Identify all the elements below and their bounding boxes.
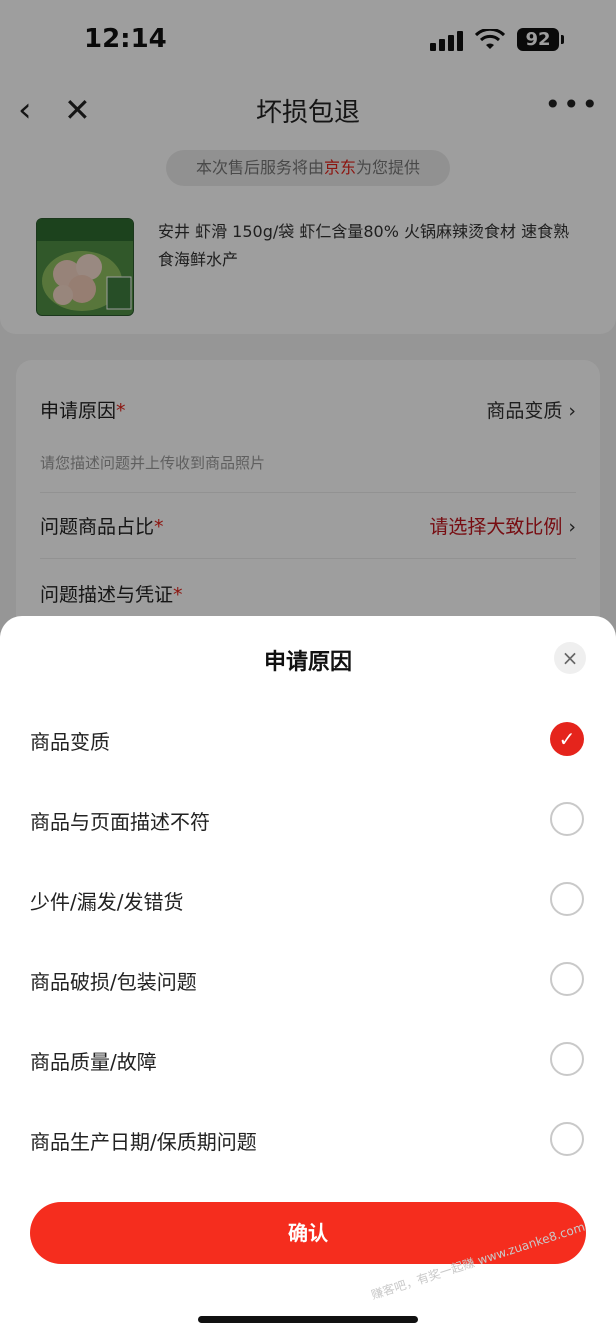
reason-option[interactable]: 商品质量/故障: [0, 1020, 616, 1100]
reason-bottom-sheet: 申请原因 × 商品变质 ✓ 商品与页面描述不符 少件/漏发/发错货 商品破损/包…: [0, 616, 616, 1334]
reason-option[interactable]: 商品与页面描述不符: [0, 780, 616, 860]
reason-option[interactable]: 商品生产日期/保质期问题: [0, 1100, 616, 1180]
reason-option[interactable]: 商品破损/包装问题: [0, 940, 616, 1020]
option-label: 商品破损/包装问题: [30, 970, 197, 994]
reason-options: 商品变质 ✓ 商品与页面描述不符 少件/漏发/发错货 商品破损/包装问题 商品质…: [0, 700, 616, 1180]
checkmark-icon[interactable]: ✓: [550, 722, 584, 756]
option-label: 商品生产日期/保质期问题: [30, 1130, 257, 1154]
reason-option[interactable]: 商品变质 ✓: [0, 700, 616, 780]
option-label: 商品变质: [30, 730, 110, 754]
close-icon[interactable]: ×: [554, 642, 586, 674]
radio-button[interactable]: [550, 1042, 584, 1076]
sheet-title: 申请原因: [263, 650, 352, 675]
radio-button[interactable]: [550, 1122, 584, 1156]
radio-button[interactable]: [550, 882, 584, 916]
reason-option[interactable]: 少件/漏发/发错货: [0, 860, 616, 940]
radio-button[interactable]: [550, 802, 584, 836]
home-indicator[interactable]: [198, 1316, 418, 1323]
radio-button[interactable]: [550, 962, 584, 996]
option-label: 少件/漏发/发错货: [30, 890, 184, 914]
option-label: 商品与页面描述不符: [30, 810, 210, 834]
option-label: 商品质量/故障: [30, 1050, 157, 1074]
